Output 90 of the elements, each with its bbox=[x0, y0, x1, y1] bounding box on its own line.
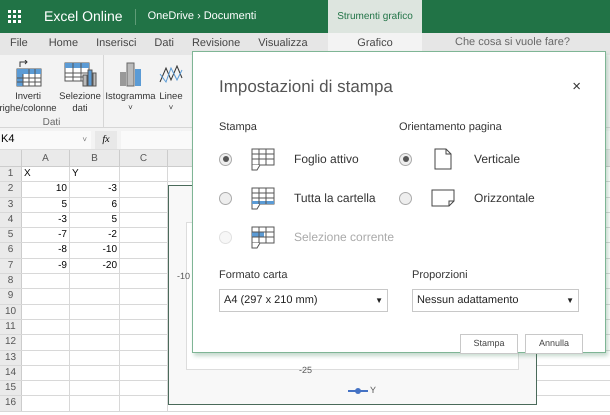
dialog-button[interactable]: Annulla bbox=[525, 334, 583, 354]
section-label: Orientamento pagina bbox=[399, 120, 502, 132]
dialog-title: Impostazioni di stampa bbox=[219, 76, 393, 98]
option-label: Selezione corrente bbox=[294, 229, 394, 246]
field-label: Formato carta bbox=[219, 268, 288, 282]
option-label: Foglio attivo bbox=[294, 151, 359, 168]
legend-line-icon bbox=[348, 388, 368, 394]
table-cell: -7 bbox=[58, 228, 67, 242]
caret-icon: ˅ bbox=[168, 103, 174, 113]
menu-tab[interactable]: Inserisci bbox=[87, 34, 146, 52]
row-header[interactable]: 2 bbox=[0, 182, 22, 197]
field-label: Proporzioni bbox=[412, 268, 469, 282]
option-label: Tutta la cartella bbox=[294, 190, 376, 207]
menu-tab[interactable]: Home bbox=[40, 34, 88, 52]
sheet-selection-icon bbox=[251, 226, 275, 248]
menu-tab[interactable]: File bbox=[0, 34, 40, 52]
radio-button[interactable] bbox=[219, 192, 232, 204]
table-cell-text: -9 bbox=[58, 258, 67, 273]
row-header[interactable]: 4 bbox=[0, 212, 22, 228]
app-title[interactable]: Excel Online bbox=[44, 6, 123, 27]
row-header[interactable]: 12 bbox=[0, 335, 22, 350]
axis-label: -25 bbox=[299, 364, 312, 377]
context-tab[interactable]: Strumenti grafico bbox=[328, 0, 422, 33]
menu-tab[interactable]: Visualizza bbox=[249, 34, 317, 52]
ribbon-button[interactable]: Istogramma ˅ bbox=[105, 60, 156, 113]
table-cell-text: 10 bbox=[56, 182, 67, 196]
tell-me-field[interactable]: Che cosa si vuole fare? bbox=[455, 36, 570, 49]
table-cell-text: -10 bbox=[102, 243, 117, 258]
row-header[interactable]: 15 bbox=[0, 381, 22, 396]
ribbon-button[interactable]: Selezione dati bbox=[58, 60, 102, 115]
dialog-button[interactable]: Stampa bbox=[460, 334, 518, 354]
breadcrumb-link[interactable]: OneDrive bbox=[148, 8, 194, 25]
table-cell: 6 bbox=[111, 198, 117, 212]
menu-tab[interactable]: Revisione bbox=[182, 34, 250, 52]
row-header[interactable]: 8 bbox=[0, 274, 22, 288]
table-cell-text: 5 bbox=[111, 212, 117, 227]
table-cell-text: Y bbox=[72, 167, 79, 181]
row-header[interactable]: 5 bbox=[0, 228, 22, 242]
name-box[interactable]: K4 ˅ bbox=[0, 130, 91, 148]
row-header[interactable]: 13 bbox=[0, 350, 22, 365]
column-header[interactable]: B bbox=[70, 150, 120, 166]
group-label: Dati bbox=[42, 116, 60, 130]
ribbon-button[interactable]: Inverti righe/colonne bbox=[0, 60, 56, 115]
radio-button[interactable] bbox=[219, 152, 232, 166]
breadcrumb-separator: › bbox=[197, 9, 201, 24]
radio-button[interactable] bbox=[399, 152, 412, 166]
section-label: Stampa bbox=[219, 120, 257, 132]
menu-tab[interactable]: Dati bbox=[145, 34, 183, 52]
legend-label: Y bbox=[370, 384, 376, 397]
table-cell-text: -3 bbox=[108, 182, 117, 196]
table-cell-text: X bbox=[24, 167, 31, 181]
caret-icon: ˅ bbox=[82, 134, 87, 146]
app-launcher-icon[interactable] bbox=[8, 10, 21, 23]
row-header[interactable]: 7 bbox=[0, 258, 22, 274]
caret-icon: ˅ bbox=[128, 103, 133, 113]
sheet-icon bbox=[251, 186, 275, 210]
table-cell-text: -3 bbox=[58, 212, 67, 227]
row-header[interactable]: 3 bbox=[0, 198, 22, 212]
table-chart-icon bbox=[63, 60, 97, 88]
row-header[interactable]: 14 bbox=[0, 366, 22, 380]
row-header[interactable]: 11 bbox=[0, 320, 22, 334]
function-button[interactable]: fx bbox=[95, 130, 117, 148]
dropdown-arrow-icon: ▼ bbox=[375, 294, 383, 306]
dropdown-arrow-icon: ▼ bbox=[566, 294, 574, 306]
row-header[interactable]: 9 bbox=[0, 289, 22, 304]
table-cell-text: -8 bbox=[58, 243, 67, 258]
ribbon-button[interactable]: Linee ˅ bbox=[158, 60, 184, 113]
column-header[interactable]: C bbox=[120, 150, 168, 166]
portrait-page-icon bbox=[434, 148, 452, 170]
axis-label: -10 bbox=[177, 270, 190, 283]
row-header[interactable]: 10 bbox=[0, 304, 22, 319]
table-cell: -2 bbox=[108, 228, 117, 242]
row-header[interactable]: 16 bbox=[0, 396, 22, 411]
scaling-select[interactable]: Nessun adattamento ▼ bbox=[412, 289, 579, 312]
option-label: Verticale bbox=[474, 151, 520, 168]
column-chart-icon bbox=[118, 60, 144, 88]
landscape-page-icon bbox=[431, 189, 455, 207]
sheet-icon bbox=[251, 148, 275, 170]
swap-table-icon bbox=[14, 60, 42, 88]
table-cell-text: -20 bbox=[102, 258, 117, 273]
close-button[interactable]: × bbox=[572, 76, 581, 98]
row-header[interactable]: 1 bbox=[0, 167, 22, 182]
radio-button[interactable] bbox=[399, 192, 412, 204]
breadcrumb-link[interactable]: Documenti bbox=[204, 8, 256, 25]
option-label: Orizzontale bbox=[474, 190, 535, 207]
column-header[interactable]: A bbox=[22, 150, 70, 166]
paper-size-select[interactable]: A4 (297 x 210 mm) ▼ bbox=[219, 289, 388, 312]
line-chart-icon bbox=[159, 65, 183, 83]
row-header[interactable]: 6 bbox=[0, 243, 22, 258]
table-cell: 5 bbox=[61, 198, 67, 212]
